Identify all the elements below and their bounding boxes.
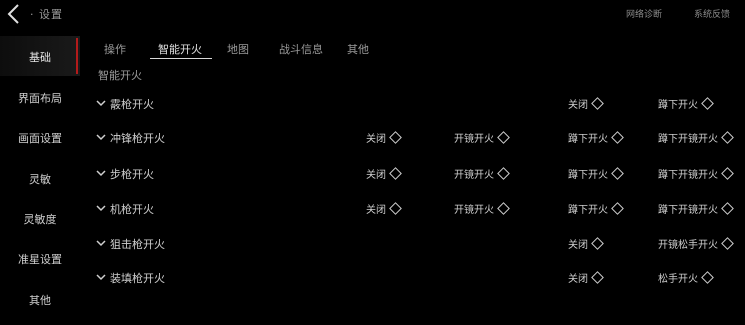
top-bar: · 设置 网络诊断 系统反馈 xyxy=(0,0,745,28)
tab-map[interactable]: 地图 xyxy=(227,41,249,57)
page-title: · 设置 xyxy=(30,8,63,21)
fire-option[interactable]: 开镜开火 xyxy=(454,201,510,216)
sidebar-item-basic[interactable]: 基础 xyxy=(0,49,80,65)
diamond-radio-icon[interactable] xyxy=(721,202,734,215)
fire-option-label: 开镜开火 xyxy=(454,205,494,216)
fire-option-label: 关闭 xyxy=(366,134,386,145)
fire-setting-row: 霰枪开火 关闭 蹲下开火 xyxy=(96,96,745,116)
chevron-left-icon[interactable] xyxy=(4,3,26,25)
fire-option-label: 蹲下开火 xyxy=(568,205,608,216)
fire-option-label: 蹲下开镜开火 xyxy=(658,134,718,145)
tab-other[interactable]: 其他 xyxy=(347,41,369,57)
diamond-radio-icon[interactable] xyxy=(591,97,604,110)
row-label: 机枪开火 xyxy=(110,203,154,216)
fire-option[interactable]: 蹲下开镜开火 xyxy=(658,201,734,216)
fire-option[interactable]: 蹲下开火 xyxy=(568,130,624,145)
diamond-radio-icon[interactable] xyxy=(611,131,624,144)
fire-option-label: 关闭 xyxy=(568,100,588,111)
fire-option[interactable]: 蹲下开镜开火 xyxy=(658,166,734,181)
fire-option[interactable]: 蹲下开火 xyxy=(658,96,714,111)
chevron-down-icon[interactable] xyxy=(96,132,106,142)
diamond-radio-icon[interactable] xyxy=(591,271,604,284)
row-label: 装填枪开火 xyxy=(110,272,165,285)
chevron-down-icon[interactable] xyxy=(96,272,106,282)
sidebar-item-other[interactable]: 其他 xyxy=(0,292,80,308)
row-label: 步枪开火 xyxy=(110,168,154,181)
network-diagnose-link[interactable]: 网络诊断 xyxy=(626,7,662,20)
diamond-radio-icon[interactable] xyxy=(721,237,734,250)
fire-option-label: 开镜开火 xyxy=(454,134,494,145)
sidebar-item-sensitivity[interactable]: 灵敏度 xyxy=(0,211,80,227)
fire-option[interactable]: 开镜松手开火 xyxy=(658,236,734,251)
section-title: 智能开火 xyxy=(98,69,142,82)
fire-setting-row: 装填枪开火 关闭 松手开火 xyxy=(96,270,745,290)
fire-setting-row: 冲锋枪开火 关闭 开镜开火 蹲下开火 蹲下开镜开火 xyxy=(96,130,745,150)
fire-option[interactable]: 关闭 xyxy=(568,96,604,111)
diamond-radio-icon[interactable] xyxy=(591,237,604,250)
tab-smart-fire[interactable]: 智能开火 xyxy=(158,41,202,57)
fire-setting-row: 机枪开火 关闭 开镜开火 蹲下开火 蹲下开镜开火 xyxy=(96,201,745,221)
tab-underline xyxy=(150,58,212,59)
fire-option[interactable]: 关闭 xyxy=(366,130,402,145)
diamond-radio-icon[interactable] xyxy=(389,167,402,180)
diamond-radio-icon[interactable] xyxy=(497,167,510,180)
chevron-down-icon[interactable] xyxy=(96,98,106,108)
fire-option-label: 蹲下开镜开火 xyxy=(658,205,718,216)
fire-option[interactable]: 蹲下开火 xyxy=(568,201,624,216)
row-label: 冲锋枪开火 xyxy=(110,132,165,145)
fire-option-label: 开镜开火 xyxy=(454,170,494,181)
sidebar-item-graphics[interactable]: 画面设置 xyxy=(0,130,80,146)
fire-option-label: 关闭 xyxy=(366,205,386,216)
fire-option[interactable]: 关闭 xyxy=(366,166,402,181)
diamond-radio-icon[interactable] xyxy=(721,131,734,144)
sidebar-item-layout[interactable]: 界面布局 xyxy=(0,90,80,106)
row-label: 霰枪开火 xyxy=(110,98,154,111)
diamond-radio-icon[interactable] xyxy=(701,271,714,284)
fire-option[interactable]: 关闭 xyxy=(568,270,604,285)
sidebar-item-sensitivity-1[interactable]: 灵敏 xyxy=(0,171,80,187)
diamond-radio-icon[interactable] xyxy=(497,202,510,215)
diamond-radio-icon[interactable] xyxy=(701,97,714,110)
fire-option-label: 关闭 xyxy=(568,274,588,285)
sidebar-item-crosshair[interactable]: 准星设置 xyxy=(0,251,80,267)
fire-option-label: 开镜松手开火 xyxy=(658,240,718,251)
fire-option-label: 蹲下开火 xyxy=(568,170,608,181)
fire-option-label: 蹲下开镜开火 xyxy=(658,170,718,181)
diamond-radio-icon[interactable] xyxy=(721,167,734,180)
fire-setting-row: 狙击枪开火 关闭 开镜松手开火 xyxy=(96,236,745,256)
fire-option[interactable]: 开镜开火 xyxy=(454,130,510,145)
fire-option[interactable]: 蹲下开镜开火 xyxy=(658,130,734,145)
diamond-radio-icon[interactable] xyxy=(497,131,510,144)
fire-option-label: 关闭 xyxy=(366,170,386,181)
diamond-radio-icon[interactable] xyxy=(389,202,402,215)
chevron-down-icon[interactable] xyxy=(96,238,106,248)
fire-option[interactable]: 松手开火 xyxy=(658,270,714,285)
chevron-down-icon[interactable] xyxy=(96,203,106,213)
fire-option-label: 关闭 xyxy=(568,240,588,251)
fire-option[interactable]: 开镜开火 xyxy=(454,166,510,181)
fire-setting-row: 步枪开火 关闭 开镜开火 蹲下开火 蹲下开镜开火 xyxy=(96,166,745,186)
fire-option[interactable]: 关闭 xyxy=(366,201,402,216)
feedback-link[interactable]: 系统反馈 xyxy=(694,7,730,20)
fire-option[interactable]: 蹲下开火 xyxy=(568,166,624,181)
diamond-radio-icon[interactable] xyxy=(611,202,624,215)
diamond-radio-icon[interactable] xyxy=(611,167,624,180)
diamond-radio-icon[interactable] xyxy=(389,131,402,144)
chevron-down-icon[interactable] xyxy=(96,168,106,178)
row-label: 狙击枪开火 xyxy=(110,238,165,251)
fire-option-label: 蹲下开火 xyxy=(658,100,698,111)
fire-option[interactable]: 关闭 xyxy=(568,236,604,251)
tab-battle-info[interactable]: 战斗信息 xyxy=(279,41,323,57)
fire-option-label: 松手开火 xyxy=(658,274,698,285)
tab-operation[interactable]: 操作 xyxy=(104,41,126,57)
fire-option-label: 蹲下开火 xyxy=(568,134,608,145)
